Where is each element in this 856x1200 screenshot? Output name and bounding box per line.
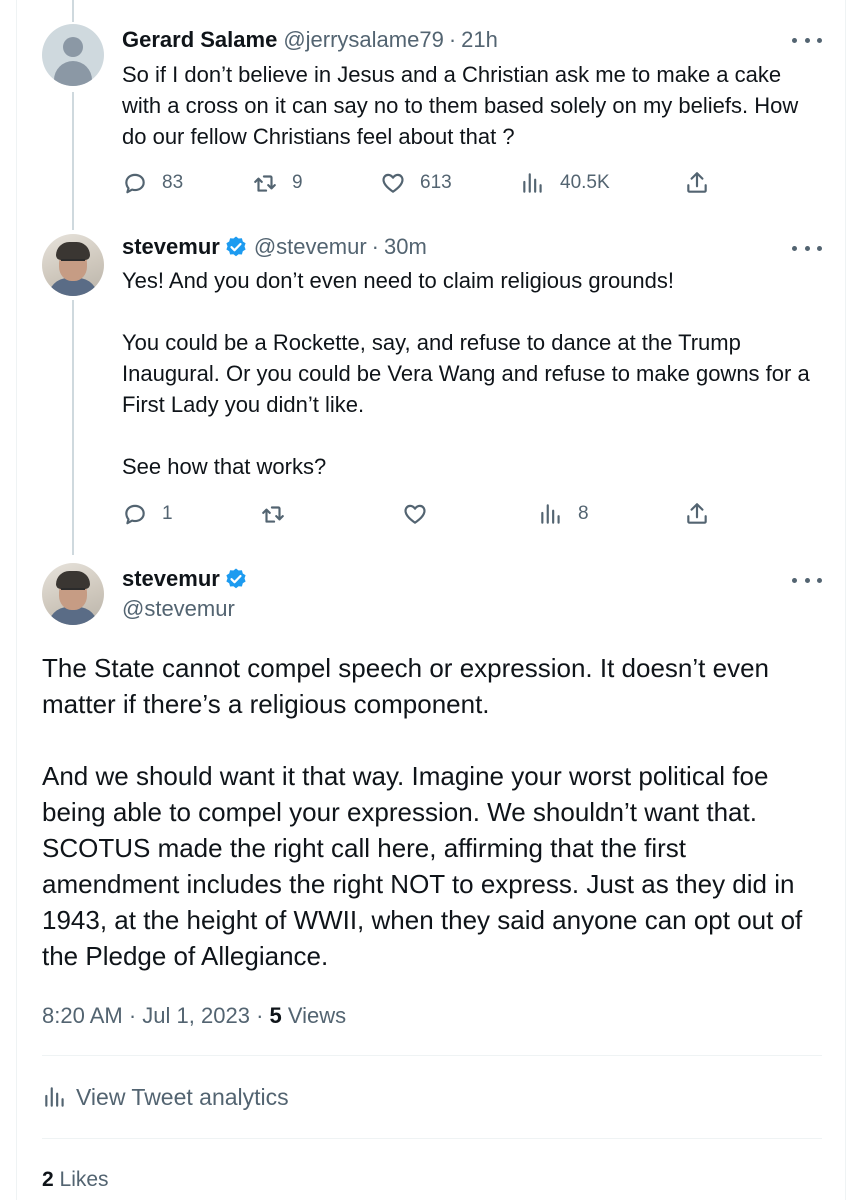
share-icon	[687, 172, 707, 193]
user-handle[interactable]: @jerrysalame79	[283, 26, 444, 54]
tweet-paragraph: And we should want it that way. Imagine …	[42, 761, 803, 971]
tweet-paragraph: See how that works?	[122, 454, 327, 479]
thread-line-top	[72, 0, 74, 22]
reply-icon	[125, 504, 145, 525]
avatar-glasses	[61, 588, 85, 596]
share-button[interactable]	[684, 168, 710, 198]
avatar[interactable]	[42, 24, 104, 86]
view-analytics-link[interactable]: View Tweet analytics	[42, 1082, 289, 1112]
right-border	[845, 0, 846, 1200]
views-chart-icon	[541, 504, 560, 524]
views-count: 40.5K	[560, 172, 610, 193]
dot-separator: ·	[256, 1003, 264, 1028]
action-bar: 83 9 613 40.5K	[122, 168, 712, 198]
thread-line-2	[72, 300, 74, 555]
likes-link[interactable]: 2 Likes	[42, 1166, 109, 1194]
views-chart-icon	[45, 1087, 64, 1107]
likes-label: Likes	[59, 1168, 109, 1191]
reply-button[interactable]: 83	[122, 168, 183, 198]
tweet-text: The State cannot compel speech or expres…	[42, 650, 822, 974]
tweet-date[interactable]: Jul 1, 2023	[142, 1003, 250, 1028]
avatar-hair	[56, 242, 90, 260]
heart-icon	[382, 173, 404, 193]
tweet-paragraph: You could be a Rockette, say, and refuse…	[122, 330, 810, 417]
views-count: 8	[578, 503, 589, 524]
avatar-hair	[56, 571, 90, 589]
user-handle[interactable]: @stevemur	[254, 233, 367, 261]
left-border	[16, 0, 17, 1200]
tweet-paragraph: So if I don’t believe in Jesus and a Chr…	[122, 62, 799, 149]
verified-badge-icon[interactable]	[224, 567, 248, 591]
default-avatar-head	[63, 37, 83, 57]
reply-count: 1	[162, 503, 173, 524]
divider	[42, 1138, 822, 1139]
tweet-text: Yes! And you don’t even need to claim re…	[122, 265, 822, 482]
views-count: 5	[269, 1003, 282, 1028]
more-options-icon[interactable]	[792, 572, 822, 588]
default-avatar-body	[54, 61, 92, 86]
tweet-time[interactable]: 8:20 AM	[42, 1003, 123, 1028]
dot-separator: ·	[128, 1003, 137, 1028]
like-count: 613	[420, 172, 452, 193]
tweet-text: So if I don’t believe in Jesus and a Chr…	[122, 59, 822, 152]
analytics-label: View Tweet analytics	[76, 1084, 289, 1110]
display-name[interactable]: Gerard Salame	[122, 26, 277, 54]
verified-badge-icon[interactable]	[224, 235, 248, 259]
divider	[42, 1055, 822, 1056]
retweet-button[interactable]: 9	[252, 168, 303, 198]
retweet-icon	[262, 506, 284, 523]
tweet-meta: 8:20 AM · Jul 1, 2023 · 5 Views	[42, 1002, 346, 1030]
retweet-icon	[254, 175, 276, 192]
like-button[interactable]	[402, 499, 428, 529]
retweet-count: 9	[292, 172, 303, 193]
retweet-button[interactable]	[260, 499, 286, 529]
share-button[interactable]	[684, 499, 710, 529]
reply-header: stevemur @stevemur · 30m	[122, 233, 427, 261]
tweet-paragraph: The State cannot compel speech or expres…	[42, 653, 769, 719]
timestamp[interactable]: 21h	[461, 26, 498, 54]
display-name[interactable]: stevemur	[122, 233, 220, 261]
views-button[interactable]: 40.5K	[520, 168, 610, 198]
tweet-paragraph: Yes! And you don’t even need to claim re…	[122, 268, 674, 293]
more-options-icon[interactable]	[792, 32, 822, 48]
avatar-glasses	[61, 259, 85, 267]
heart-icon	[404, 504, 426, 524]
reply-header: Gerard Salame @jerrysalame79 · 21h	[122, 26, 498, 54]
thread-line-1	[72, 92, 74, 230]
dot-separator: ·	[448, 27, 457, 52]
dot-separator: ·	[371, 234, 379, 259]
more-options-icon[interactable]	[792, 240, 822, 256]
action-bar: 1 8	[122, 499, 712, 529]
views-chart-icon	[523, 173, 542, 193]
views-button[interactable]: 8	[538, 499, 589, 529]
reply-count: 83	[162, 172, 184, 193]
timestamp[interactable]: 30m	[384, 233, 427, 261]
avatar[interactable]	[42, 234, 104, 296]
reply-icon	[125, 173, 145, 194]
likes-count: 2	[42, 1168, 54, 1191]
display-name[interactable]: stevemur	[122, 565, 220, 593]
views-label: Views	[287, 1003, 347, 1028]
like-button[interactable]: 613	[380, 168, 452, 198]
share-icon	[687, 503, 707, 524]
main-header: stevemur	[122, 565, 248, 593]
user-handle[interactable]: @stevemur	[122, 595, 235, 623]
reply-button[interactable]: 1	[122, 499, 173, 529]
avatar[interactable]	[42, 563, 104, 625]
